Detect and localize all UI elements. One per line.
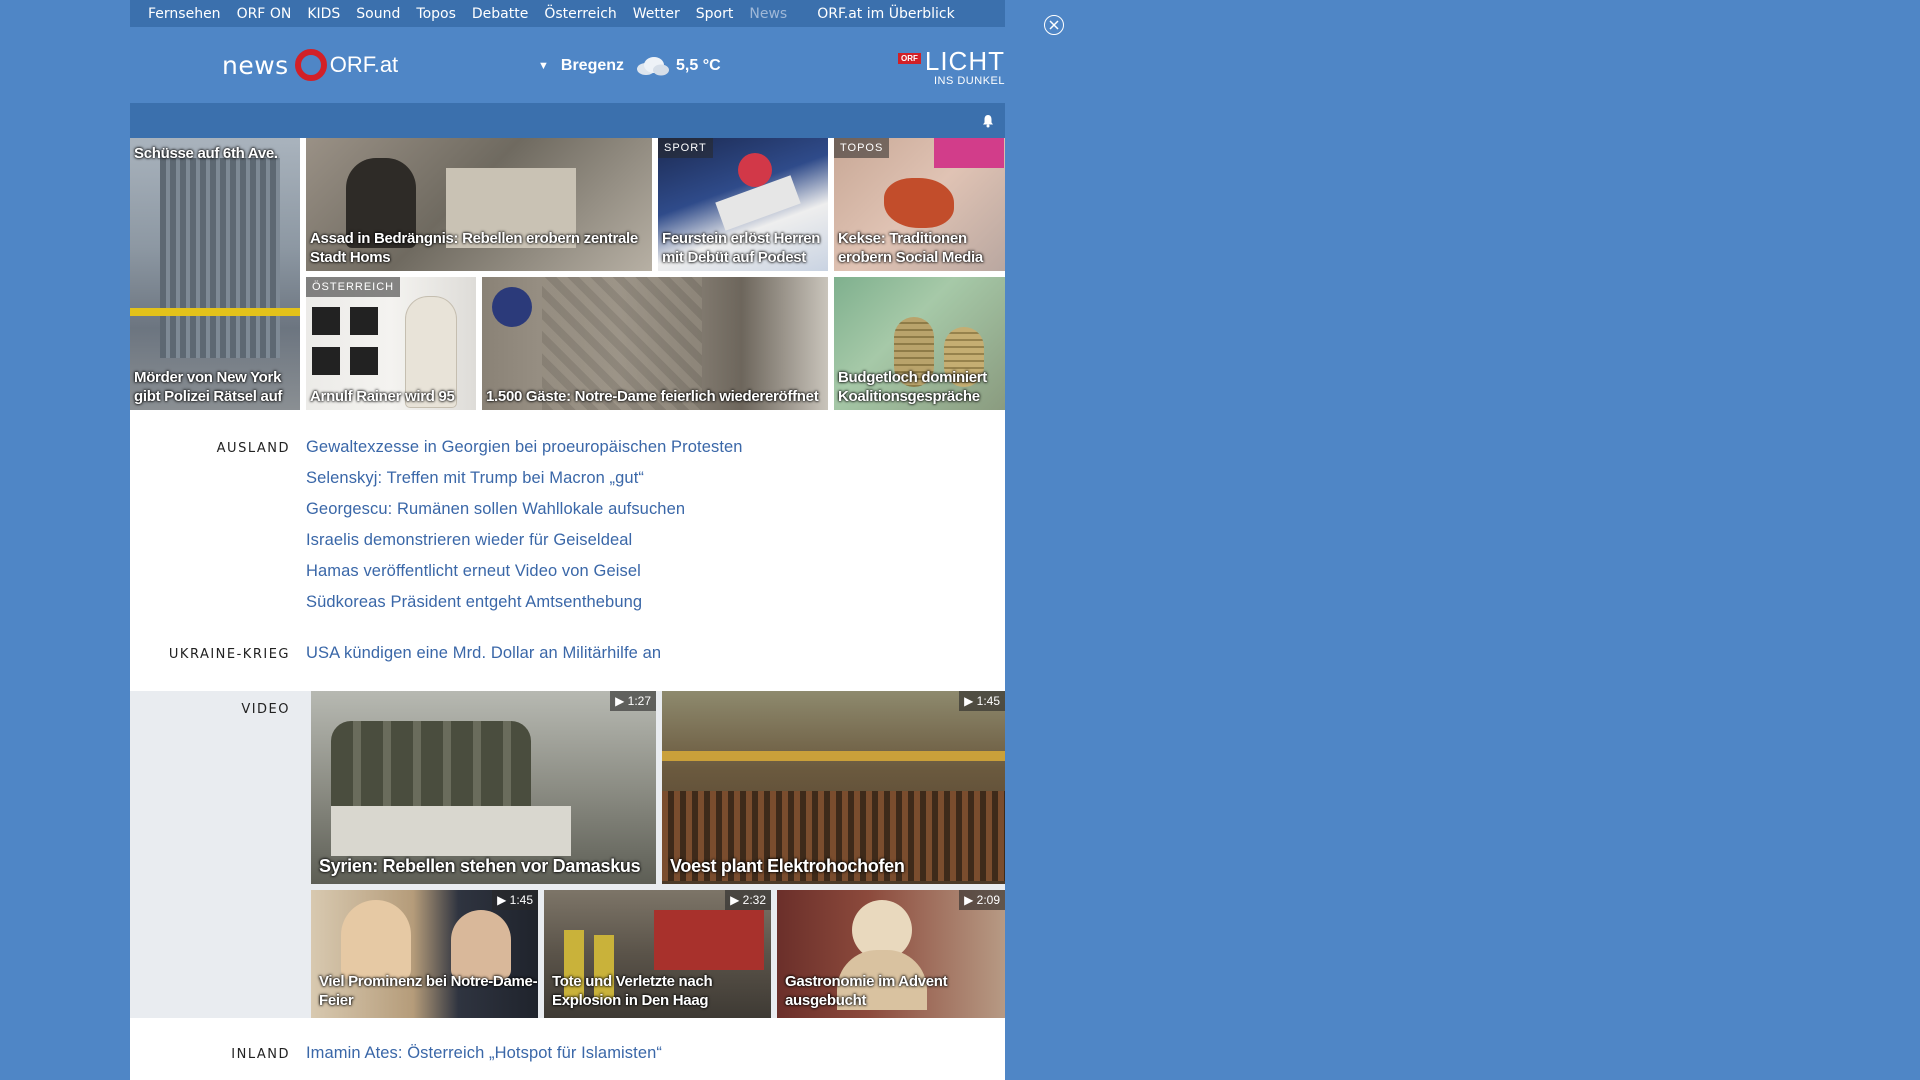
video-duration: ▶ 1:45: [492, 890, 538, 910]
section-label-video: VIDEO: [241, 702, 290, 717]
bell-icon[interactable]: [981, 114, 995, 128]
teaser-tag: ÖSTERREICH: [306, 277, 401, 297]
nav-item-overview[interactable]: ORF.at im Überblick: [809, 6, 962, 22]
nav-item-orf-on[interactable]: ORF ON: [229, 6, 300, 22]
nav-item-kids[interactable]: KIDS: [299, 6, 348, 22]
weather-temperature: 5,5 °C: [676, 57, 721, 74]
logo-orf-text: ORF.at: [329, 52, 399, 77]
sub-bar: [130, 103, 1005, 138]
top-navigation: Fernsehen ORF ON KIDS Sound Topos Debatt…: [130, 0, 1005, 27]
headline-link[interactable]: Südkoreas Präsident entgeht Amtsenthebun…: [306, 593, 642, 612]
headline-link[interactable]: USA kündigen eine Mrd. Dollar an Militär…: [306, 644, 661, 663]
video-duration: ▶ 2:09: [959, 890, 1005, 910]
scaffold-graphic: [662, 751, 1005, 761]
teaser-tile-arnulf-rainer[interactable]: ÖSTERREICH Arnulf Rainer wird 95: [306, 277, 476, 410]
teaser-tag: TOPOS: [834, 138, 890, 158]
section-label-inland: INLAND: [231, 1047, 290, 1062]
headline-link[interactable]: Hamas veröffentlicht erneut Video von Ge…: [306, 562, 641, 581]
headline-link[interactable]: Georgescu: Rumänen sollen Wahllokale auf…: [306, 500, 685, 519]
teaser-caption: Feurstein erlöst Herren mit Debüt auf Po…: [662, 230, 821, 266]
skier-helmet-graphic: [738, 153, 772, 187]
building-graphic: [160, 158, 280, 358]
news-orf-logo[interactable]: news ORF.at: [222, 49, 398, 81]
close-icon: [1049, 20, 1059, 30]
teaser-tile-sport[interactable]: SPORT Feurstein erlöst Herren mit Debüt …: [658, 138, 828, 271]
video-duration: ▶ 1:45: [959, 691, 1005, 711]
orf-ring-icon: [294, 49, 327, 81]
video-duration: ▶ 2:32: [725, 890, 771, 910]
video-section: VIDEO ▶ 1:27 Syrien: Rebellen stehen vor…: [130, 691, 1005, 1018]
artwork-graphic: [350, 347, 378, 375]
nav-item-sound[interactable]: Sound: [348, 6, 408, 22]
weather-widget[interactable]: ▼ Bregenz 5,5 °C: [538, 55, 721, 77]
headline-link[interactable]: Imamin Ates: Österreich „Hotspot für Isl…: [306, 1044, 662, 1063]
video-tile-voest[interactable]: ▶ 1:45 Voest plant Elektrohochofen: [662, 691, 1005, 884]
teaser-caption: Mörder von New York gibt Polizei Rätsel …: [134, 369, 283, 405]
close-button[interactable]: [1044, 15, 1064, 35]
cookie-graphic: [884, 178, 954, 228]
cloud-icon: [637, 57, 670, 76]
teaser-caption: Budgetloch dominiert Koalitionsgespräche: [838, 369, 987, 405]
video-caption: Gastronomie im Advent ausgebucht: [785, 973, 948, 1009]
teaser-tile-kekse[interactable]: TOPOS Kekse: Traditionen erobern Social …: [834, 138, 1005, 271]
video-tile-syrien[interactable]: ▶ 1:27 Syrien: Rebellen stehen vor Damas…: [311, 691, 656, 884]
teaser-tag: SPORT: [658, 138, 713, 158]
dropdown-triangle-icon: ▼: [538, 60, 549, 72]
nav-item-fernsehen[interactable]: Fernsehen: [130, 6, 229, 22]
headline-link[interactable]: Israelis demonstrieren wieder für Geisel…: [306, 531, 632, 550]
mitre-graphic: [492, 287, 532, 327]
weather-city: Bregenz: [560, 57, 625, 74]
logo-news-text: news: [222, 50, 289, 80]
teaser-caption: 1.500 Gäste: Notre-Dame feierlich wieder…: [486, 388, 819, 405]
main-content: Schüsse auf 6th Ave. Mörder von New York…: [130, 138, 1005, 1080]
section-label-ukraine-krieg: UKRAINE-KRIEG: [168, 647, 290, 662]
nav-item-topos[interactable]: Topos: [408, 6, 463, 22]
nav-item-oesterreich[interactable]: Österreich: [536, 6, 624, 22]
video-caption: Tote und Verletzte nach Explosion in Den…: [552, 973, 713, 1009]
licht-title: LICHT: [924, 46, 1005, 76]
video-caption: Voest plant Elektrohochofen: [670, 856, 905, 876]
nav-item-wetter[interactable]: Wetter: [625, 6, 688, 22]
police-tape-graphic: [130, 308, 300, 316]
vehicle-graphic: [331, 806, 571, 856]
sleeve-graphic: [934, 138, 1004, 168]
nav-item-news[interactable]: News: [741, 6, 795, 22]
teaser-caption: Assad in Bedrängnis: Rebellen erobern ze…: [310, 230, 638, 266]
section-label-ausland: AUSLAND: [216, 441, 290, 456]
teaser-tile-budget[interactable]: Budgetloch dominiert Koalitionsgespräche: [834, 277, 1005, 410]
teaser-tile-new-york[interactable]: Schüsse auf 6th Ave. Mörder von New York…: [130, 138, 300, 410]
headline-link[interactable]: Selenskyj: Treffen mit Trump bei Macron …: [306, 469, 644, 488]
teaser-tile-notre-dame[interactable]: 1.500 Gäste: Notre-Dame feierlich wieder…: [482, 277, 828, 410]
video-caption: Syrien: Rebellen stehen vor Damaskus: [319, 856, 641, 876]
teaser-tile-assad[interactable]: Assad in Bedrängnis: Rebellen erobern ze…: [306, 138, 652, 271]
video-tile-gastronomie[interactable]: ▶ 2:09 Gastronomie im Advent ausgebucht: [777, 890, 1005, 1018]
nav-item-sport[interactable]: Sport: [688, 6, 742, 22]
video-duration: ▶ 1:27: [610, 691, 656, 711]
licht-ins-dunkel-logo[interactable]: ORF LICHT INS DUNKEL: [897, 46, 1005, 87]
licht-orf-badge: ORF: [897, 53, 921, 64]
teaser-caption: Kekse: Traditionen erobern Social Media: [838, 230, 983, 266]
video-tile-den-haag[interactable]: ▶ 2:32 Tote und Verletzte nach Explosion…: [544, 890, 771, 1018]
video-caption: Viel Prominenz bei Notre-Dame-Feier: [319, 973, 538, 1009]
teaser-caption: Arnulf Rainer wird 95: [310, 388, 455, 405]
video-tile-notre-dame-feier[interactable]: ▶ 1:45 Viel Prominenz bei Notre-Dame-Fei…: [311, 890, 538, 1018]
fire-truck-graphic: [654, 910, 764, 970]
headline-link[interactable]: Gewaltexzesse in Georgien bei proeuropäi…: [306, 438, 743, 457]
soldiers-graphic: [331, 721, 531, 811]
person-graphic: [451, 910, 511, 980]
licht-subtitle: INS DUNKEL: [933, 75, 1005, 87]
teaser-title: Schüsse auf 6th Ave.: [134, 145, 278, 162]
person-graphic: [341, 900, 411, 980]
artwork-graphic: [312, 347, 340, 375]
site-header: news ORF.at ▼ Bregenz 5,5 °C ORF LICHT IN…: [130, 27, 1005, 103]
artwork-graphic: [312, 307, 340, 335]
nav-item-debatte[interactable]: Debatte: [464, 6, 536, 22]
artwork-graphic: [350, 307, 378, 335]
